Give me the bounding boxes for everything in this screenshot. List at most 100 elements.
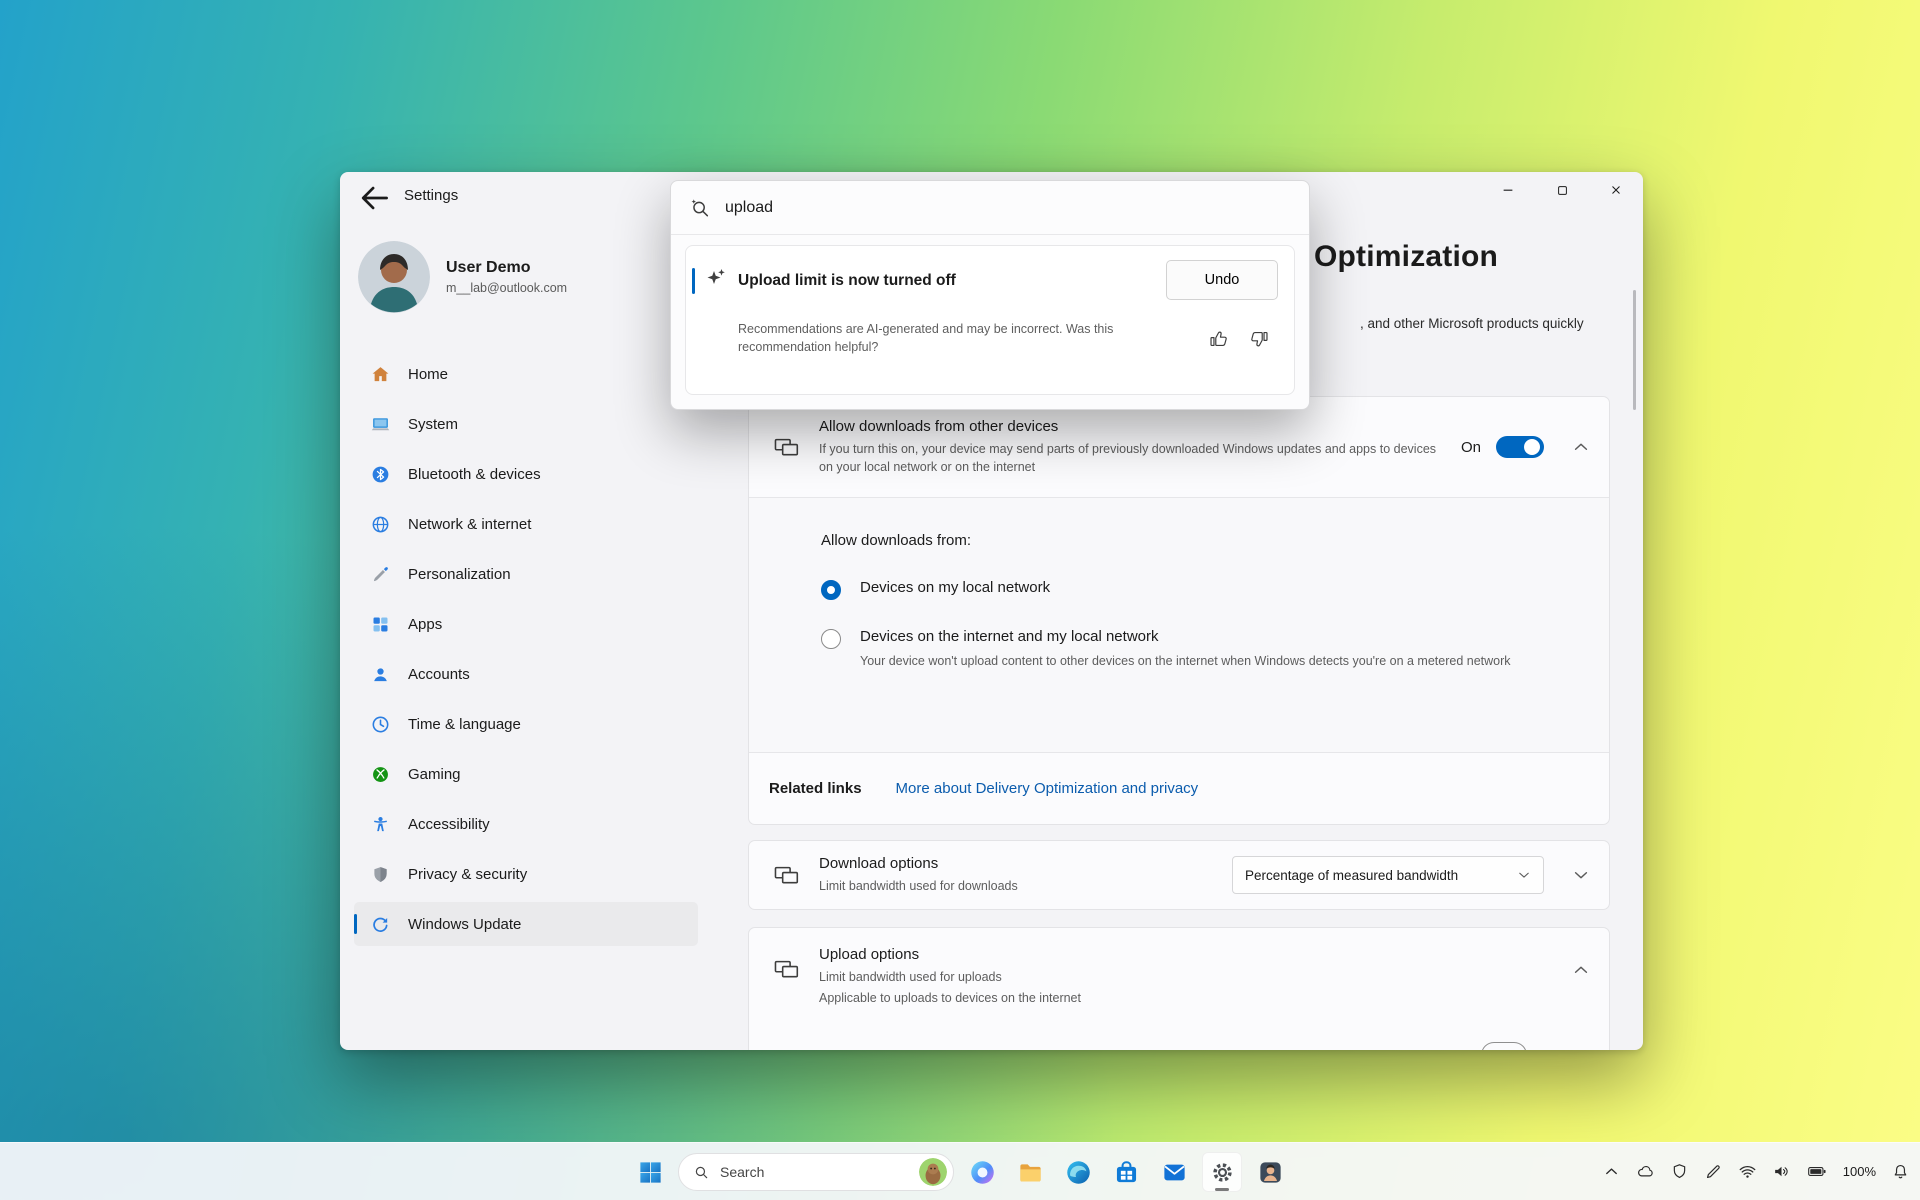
sidebar-item-system[interactable]: System <box>354 402 698 446</box>
security-shield-icon[interactable] <box>1670 1162 1689 1181</box>
toggle-knob <box>1524 439 1540 455</box>
bluetooth-icon <box>368 462 392 486</box>
allow-downloads-card: Allow downloads from other devices If yo… <box>748 396 1610 825</box>
sidebar-nav: Home System Bluetooth & devices Network … <box>354 352 698 946</box>
accessibility-icon <box>368 812 392 836</box>
thumbs-up-button[interactable] <box>1208 328 1230 350</box>
sidebar-item-time-language[interactable]: Time & language <box>354 702 698 746</box>
settings-search-input[interactable] <box>725 199 1291 217</box>
chevron-down-icon <box>1517 868 1531 882</box>
user-profile[interactable]: User Demo m__lab@outlook.com <box>358 241 567 313</box>
network-icon <box>368 512 392 536</box>
radio-option-local-network[interactable]: Devices on my local network <box>821 579 1579 600</box>
store-button[interactable] <box>1106 1152 1146 1192</box>
caption-controls <box>1481 172 1643 208</box>
home-icon <box>368 362 392 386</box>
settings-taskbar-button[interactable] <box>1202 1152 1242 1192</box>
setting-description: Limit bandwidth used for downloads <box>819 877 1214 895</box>
sidebar-item-accounts[interactable]: Accounts <box>354 652 698 696</box>
radio-unselected-icon[interactable] <box>821 629 841 649</box>
settings-gear-icon <box>1209 1159 1236 1186</box>
recommendation-disclaimer: Recommendations are AI-generated and may… <box>738 320 1116 356</box>
edge-button[interactable] <box>1058 1152 1098 1192</box>
search-icon <box>693 1164 710 1181</box>
desktop: Settings <box>0 0 1920 1200</box>
delivery-optimization-privacy-link[interactable]: More about Delivery Optimization and pri… <box>896 780 1199 797</box>
taskbar: Search <box>0 1142 1920 1200</box>
system-tray: 100% <box>1602 1143 1910 1200</box>
feedback-buttons <box>1208 328 1270 350</box>
ai-sparkle-icon <box>704 266 728 290</box>
copilot-icon <box>969 1159 996 1186</box>
related-links-row: Related links More about Delivery Optimi… <box>749 752 1609 824</box>
minimize-button[interactable] <box>1481 172 1535 208</box>
edge-icon <box>1065 1159 1092 1186</box>
start-button[interactable] <box>630 1152 670 1192</box>
download-options-setting[interactable]: Download options Limit bandwidth used fo… <box>748 840 1610 910</box>
search-highlight-image <box>919 1158 947 1186</box>
file-explorer-button[interactable] <box>1010 1152 1050 1192</box>
sidebar-item-apps[interactable]: Apps <box>354 602 698 646</box>
setting-title: Allow downloads from other devices <box>819 418 1443 435</box>
app-title: Settings <box>404 187 458 204</box>
personalization-icon <box>368 562 392 586</box>
chevron-up-icon[interactable] <box>1571 437 1591 457</box>
outlook-icon <box>1161 1159 1188 1186</box>
sidebar-item-privacy[interactable]: Privacy & security <box>354 852 698 896</box>
upload-options-setting[interactable]: Upload options Limit bandwidth used for … <box>748 927 1610 1050</box>
maximize-button[interactable] <box>1535 172 1589 208</box>
volume-icon[interactable] <box>1772 1162 1791 1181</box>
close-button[interactable] <box>1589 172 1643 208</box>
setting-description: Limit bandwidth used for uploads <box>819 970 1479 984</box>
user-name: User Demo <box>446 259 567 277</box>
privacy-icon <box>368 862 392 886</box>
gaming-icon <box>368 762 392 786</box>
pinned-person-app-button[interactable] <box>1250 1152 1290 1192</box>
undo-button[interactable]: Undo <box>1166 260 1278 300</box>
hidden-icons-chevron[interactable] <box>1602 1162 1621 1181</box>
bell-icon[interactable] <box>1891 1162 1910 1181</box>
setting-description: If you turn this on, your device may sen… <box>819 440 1443 476</box>
wifi-icon[interactable] <box>1738 1162 1757 1181</box>
clipped-toggle[interactable] <box>1481 1042 1527 1050</box>
pen-icon[interactable] <box>1704 1162 1723 1181</box>
allow-from-label: Allow downloads from: <box>821 532 1579 549</box>
avatar <box>358 241 430 313</box>
apps-icon <box>368 612 392 636</box>
recommendation-title: Upload limit is now turned off <box>738 272 956 290</box>
radio-option-internet-network[interactable]: Devices on the internet and my local net… <box>821 628 1579 671</box>
windows-update-icon <box>368 912 392 936</box>
accent-bar <box>692 268 695 294</box>
sidebar-item-home[interactable]: Home <box>354 352 698 396</box>
allow-downloads-expanded: Allow downloads from: Devices on my loca… <box>749 497 1609 752</box>
search-sparkle-icon <box>689 197 711 219</box>
onedrive-cloud-icon[interactable] <box>1636 1162 1655 1181</box>
chevron-up-icon[interactable] <box>1571 960 1591 980</box>
radio-selected-icon[interactable] <box>821 580 841 600</box>
allow-downloads-setting[interactable]: Allow downloads from other devices If yo… <box>749 397 1609 497</box>
scrollbar-thumb[interactable] <box>1633 290 1636 410</box>
taskbar-search[interactable]: Search <box>678 1153 954 1191</box>
chevron-down-icon[interactable] <box>1571 865 1591 885</box>
setting-title: Download options <box>819 855 1214 872</box>
sidebar-item-network[interactable]: Network & internet <box>354 502 698 546</box>
thumbs-down-button[interactable] <box>1248 328 1270 350</box>
sidebar-item-bluetooth[interactable]: Bluetooth & devices <box>354 452 698 496</box>
bandwidth-mode-dropdown[interactable]: Percentage of measured bandwidth <box>1232 856 1544 894</box>
battery-icon[interactable] <box>1806 1162 1828 1181</box>
back-button[interactable] <box>356 182 392 214</box>
sidebar: User Demo m__lab@outlook.com Home System… <box>340 220 712 1050</box>
accounts-icon <box>368 662 392 686</box>
page-subtitle: , and other Microsoft products quickly <box>1360 316 1584 331</box>
sidebar-item-accessibility[interactable]: Accessibility <box>354 802 698 846</box>
copilot-button[interactable] <box>962 1152 1002 1192</box>
battery-percentage: 100% <box>1843 1164 1876 1179</box>
search-flyout: Upload limit is now turned off Undo Reco… <box>670 180 1310 410</box>
sidebar-item-personalization[interactable]: Personalization <box>354 552 698 596</box>
outlook-button[interactable] <box>1154 1152 1194 1192</box>
allow-downloads-toggle[interactable] <box>1496 436 1544 458</box>
sidebar-item-gaming[interactable]: Gaming <box>354 752 698 796</box>
store-icon <box>1113 1159 1140 1186</box>
file-explorer-icon <box>1017 1159 1044 1186</box>
sidebar-item-windows-update[interactable]: Windows Update <box>354 902 698 946</box>
